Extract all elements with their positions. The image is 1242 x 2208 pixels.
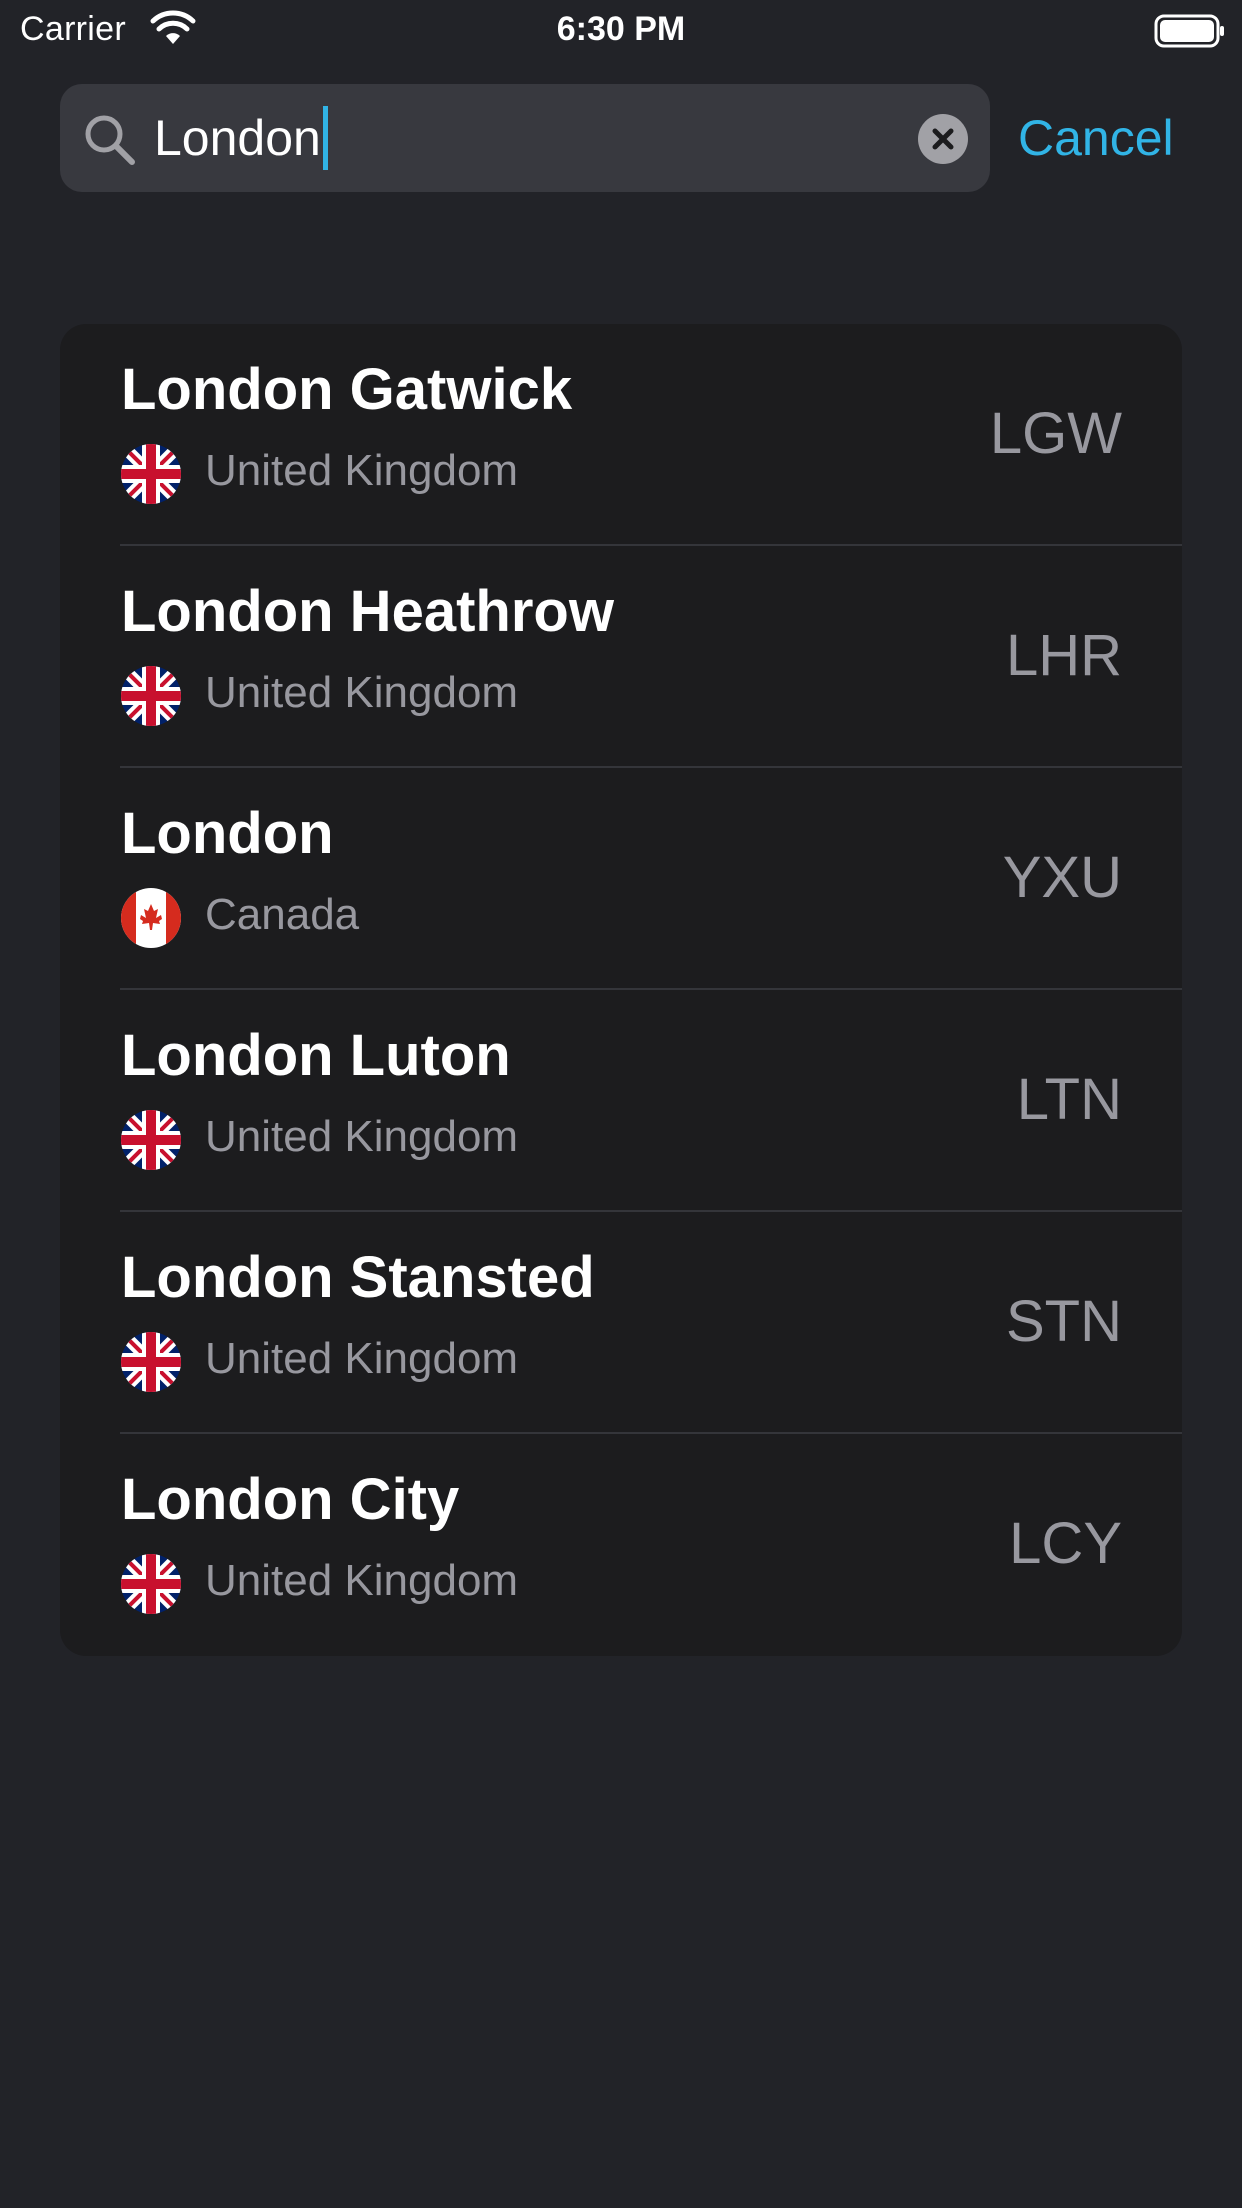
search-input[interactable]: London: [154, 84, 914, 192]
airport-name: London Heathrow: [121, 579, 614, 644]
cancel-button[interactable]: Cancel: [1018, 100, 1174, 176]
text-cursor: [322, 105, 328, 170]
airport-row-lgw[interactable]: London Gatwick United Kingdom LGW: [60, 324, 1182, 546]
airport-name: London Luton: [121, 1023, 511, 1088]
airport-code: STN: [1006, 1289, 1122, 1354]
uk-flag-icon: [121, 1332, 181, 1392]
uk-flag-icon: [121, 1554, 181, 1614]
search-results-list: London Gatwick United Kingdom LGW London…: [60, 324, 1182, 1656]
search-query: London: [154, 110, 321, 166]
airport-row-yxu[interactable]: London Canada YXU: [60, 768, 1182, 990]
airport-name: London City: [121, 1467, 460, 1532]
clear-icon: [932, 128, 954, 150]
uk-flag-icon: [121, 1110, 181, 1170]
country-name: United Kingdom: [205, 1556, 519, 1605]
country-name: United Kingdom: [205, 668, 519, 717]
status-time: 6:30 PM: [556, 10, 686, 48]
search-bar[interactable]: London: [60, 84, 990, 192]
country-name: United Kingdom: [205, 1112, 519, 1161]
uk-flag-icon: [121, 444, 181, 504]
airport-code: LHR: [1005, 623, 1122, 688]
country-name: United Kingdom: [205, 1334, 519, 1383]
airport-code: LCY: [1009, 1511, 1122, 1576]
airport-code: LGW: [989, 401, 1122, 466]
airport-code: YXU: [1002, 845, 1122, 910]
battery-icon: [1154, 14, 1224, 48]
airport-row-ltn[interactable]: London Luton United Kingdom LTN: [60, 990, 1182, 1212]
canada-flag-icon: [121, 888, 181, 948]
airport-row-stn[interactable]: London Stansted United Kingdom STN: [60, 1212, 1182, 1434]
clear-search-button[interactable]: [918, 114, 968, 164]
airport-code: LTN: [1016, 1067, 1122, 1132]
uk-flag-icon: [121, 666, 181, 726]
country-name: Canada: [205, 890, 360, 939]
airport-name: London Gatwick: [121, 357, 573, 422]
airport-name: London Stansted: [121, 1245, 595, 1310]
search-icon: [85, 115, 135, 165]
airport-row-lcy[interactable]: London City United Kingdom LCY: [60, 1434, 1182, 1656]
airport-row-lhr[interactable]: London Heathrow United Kingdom LHR: [60, 546, 1182, 768]
airport-name: London: [121, 801, 334, 866]
status-bar: Carrier 6:30 PM: [0, 0, 1242, 62]
airport-search-screen: Carrier 6:30 PM London Cancel London Gat…: [0, 0, 1242, 2208]
country-name: United Kingdom: [205, 446, 519, 495]
